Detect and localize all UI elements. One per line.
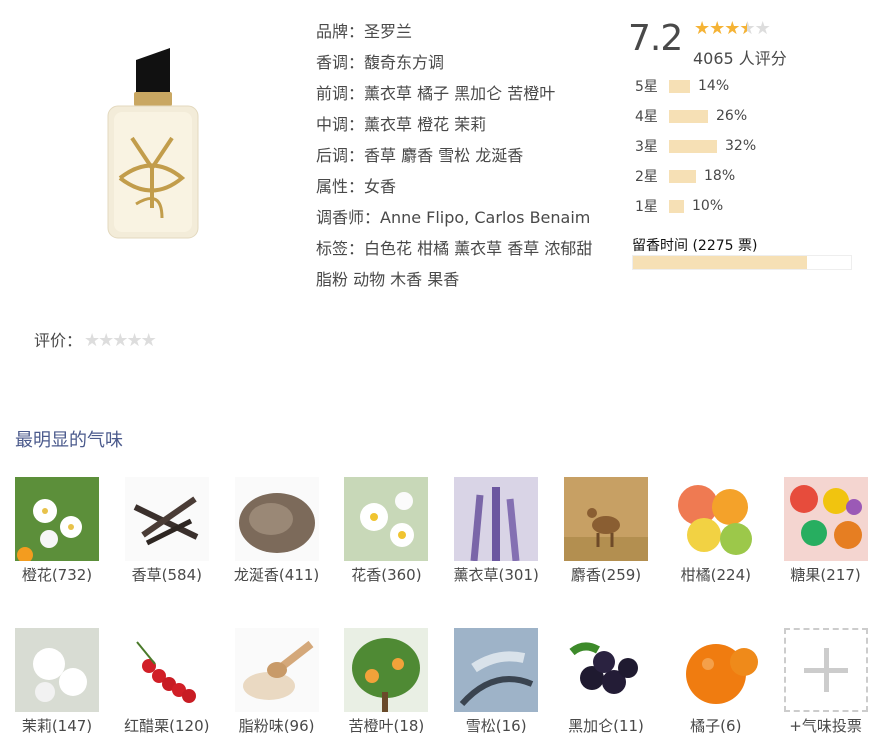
distribution-percent: 10% (692, 198, 724, 214)
candy-icon[interactable] (783, 477, 868, 561)
perfume-info: 品牌：圣罗兰 香调：馥奇东方调 前调：薰衣草 橘子 黑加仑 苦橙叶 中调：薰衣草… (316, 16, 606, 295)
family-row[interactable]: 香调：馥奇东方调 (316, 47, 606, 78)
star-empty-icon[interactable]: ★ (84, 330, 100, 351)
note-label[interactable]: 香草(584) (117, 565, 217, 586)
top-notes-row[interactable]: 前调：薰衣草 橘子 黑加仑 苦橙叶 (316, 78, 606, 109)
note-label[interactable]: 脂粉味(96) (227, 716, 327, 737)
distribution-label: 1星 (635, 199, 658, 215)
lavender-icon[interactable] (454, 477, 539, 561)
note-label[interactable]: 薰衣草(301) (446, 565, 546, 586)
petitgrain-icon[interactable] (344, 628, 429, 712)
distribution-bar (669, 199, 684, 213)
user-rating: 评价： ★★★★★ (34, 327, 157, 351)
note-tile[interactable]: 橘子(6) (666, 628, 766, 737)
attribute-row[interactable]: 属性：女香 (316, 171, 606, 202)
distribution-label: 2星 (635, 169, 658, 185)
longevity-fill (633, 256, 808, 269)
powder-icon[interactable] (234, 628, 319, 712)
citrus-icon[interactable] (673, 477, 758, 561)
longevity-bar (632, 255, 852, 270)
star-icon: ★ (694, 18, 710, 39)
note-label[interactable]: 麝香(259) (556, 565, 656, 586)
rating-distribution-row: 3星 32% (635, 136, 756, 156)
rating-distribution-row: 1星 10% (635, 196, 723, 216)
heart-notes-row[interactable]: 中调：薰衣草 橙花 茉莉 (316, 109, 606, 140)
note-label[interactable]: +气味投票 (776, 716, 876, 737)
rating-distribution-row: 4星 26% (635, 106, 747, 126)
note-tile[interactable]: 黑加仑(11) (556, 628, 656, 737)
distribution-bar (669, 139, 717, 153)
vanilla-icon[interactable] (124, 477, 209, 561)
distribution-bar (669, 169, 696, 183)
distribution-percent: 26% (716, 108, 748, 124)
user-rating-stars[interactable]: ★★★★★ (84, 330, 157, 351)
note-tile[interactable]: 橙花(732) (7, 477, 107, 586)
perfume-bottle-image (92, 28, 208, 260)
rating-stars: ★★★★ ★ (694, 18, 771, 39)
distribution-label: 3星 (635, 139, 658, 155)
note-label[interactable]: 橘子(6) (666, 716, 766, 737)
mandarin-icon[interactable] (673, 628, 758, 712)
star-icon: ★ (724, 18, 740, 39)
note-tile[interactable]: 花香(360) (336, 477, 436, 586)
note-label[interactable]: 苦橙叶(18) (336, 716, 436, 737)
rating-distribution-row: 2星 18% (635, 166, 735, 186)
user-rating-label: 评价： (34, 331, 83, 350)
half-star-icon: ★ (739, 18, 755, 39)
note-tile[interactable]: 香草(584) (117, 477, 217, 586)
note-tile[interactable]: 麝香(259) (556, 477, 656, 586)
plus-icon[interactable] (783, 628, 868, 712)
distribution-bar (669, 79, 690, 93)
perfumer-row[interactable]: 调香师：Anne Flipo, Carlos Benaim (316, 202, 606, 233)
star-empty-icon[interactable]: ★ (126, 330, 142, 351)
ambergris-icon[interactable] (234, 477, 319, 561)
section-title: 最明显的气味 (15, 430, 123, 451)
note-label[interactable]: 花香(360) (336, 565, 436, 586)
distribution-percent: 18% (704, 168, 736, 184)
note-tile[interactable]: 红醋栗(120) (117, 628, 217, 737)
star-empty-icon: ★ (754, 18, 771, 39)
tags-row[interactable]: 标签：白色花 柑橘 薰衣草 香草 浓郁甜 脂粉 动物 木香 果香 (316, 233, 606, 295)
note-label[interactable]: 雪松(16) (446, 716, 546, 737)
base-notes-row[interactable]: 后调：香草 麝香 雪松 龙涎香 (316, 140, 606, 171)
musk-deer-icon[interactable] (564, 477, 648, 561)
note-label[interactable]: 橙花(732) (7, 565, 107, 586)
rating-score: 7.2 (628, 18, 683, 59)
note-tile[interactable]: 龙涎香(411) (227, 477, 327, 586)
orange-blossom-icon[interactable] (15, 477, 99, 561)
cedar-icon[interactable] (454, 628, 539, 712)
distribution-percent: 32% (725, 138, 757, 154)
rating-distribution-row: 5星 14% (635, 76, 729, 96)
note-tile[interactable]: 脂粉味(96) (227, 628, 327, 737)
star-empty-icon[interactable]: ★ (141, 330, 157, 351)
brand-row[interactable]: 品牌：圣罗兰 (316, 16, 606, 47)
note-label[interactable]: 茉莉(147) (7, 716, 107, 737)
distribution-bar (669, 109, 708, 123)
distribution-label: 5星 (635, 79, 658, 95)
star-empty-icon[interactable]: ★ (112, 330, 128, 351)
star-icon: ★ (709, 18, 725, 39)
floral-icon[interactable] (344, 477, 429, 561)
blackcurrant-icon[interactable] (564, 628, 648, 712)
note-label[interactable]: 红醋栗(120) (117, 716, 217, 737)
note-tile[interactable]: 苦橙叶(18) (336, 628, 436, 737)
distribution-percent: 14% (698, 78, 730, 94)
note-label[interactable]: 糖果(217) (776, 565, 876, 586)
note-label[interactable]: 黑加仑(11) (556, 716, 656, 737)
note-tile[interactable]: 糖果(217) (776, 477, 876, 586)
note-label[interactable]: 龙涎香(411) (227, 565, 327, 586)
redcurrant-icon[interactable] (124, 628, 209, 712)
longevity-label: 留香时间 (2275 票) (632, 238, 758, 254)
star-empty-icon[interactable]: ★ (98, 330, 114, 351)
rating-count: 4065 人评分 (693, 49, 787, 68)
distribution-label: 4星 (635, 109, 658, 125)
jasmine-icon[interactable] (15, 628, 99, 712)
note-label[interactable]: 柑橘(224) (666, 565, 766, 586)
note-tile[interactable]: +气味投票 (776, 628, 876, 737)
note-tile[interactable]: 柑橘(224) (666, 477, 766, 586)
note-tile[interactable]: 茉莉(147) (7, 628, 107, 737)
note-tile[interactable]: 薰衣草(301) (446, 477, 546, 586)
note-tile[interactable]: 雪松(16) (446, 628, 546, 737)
